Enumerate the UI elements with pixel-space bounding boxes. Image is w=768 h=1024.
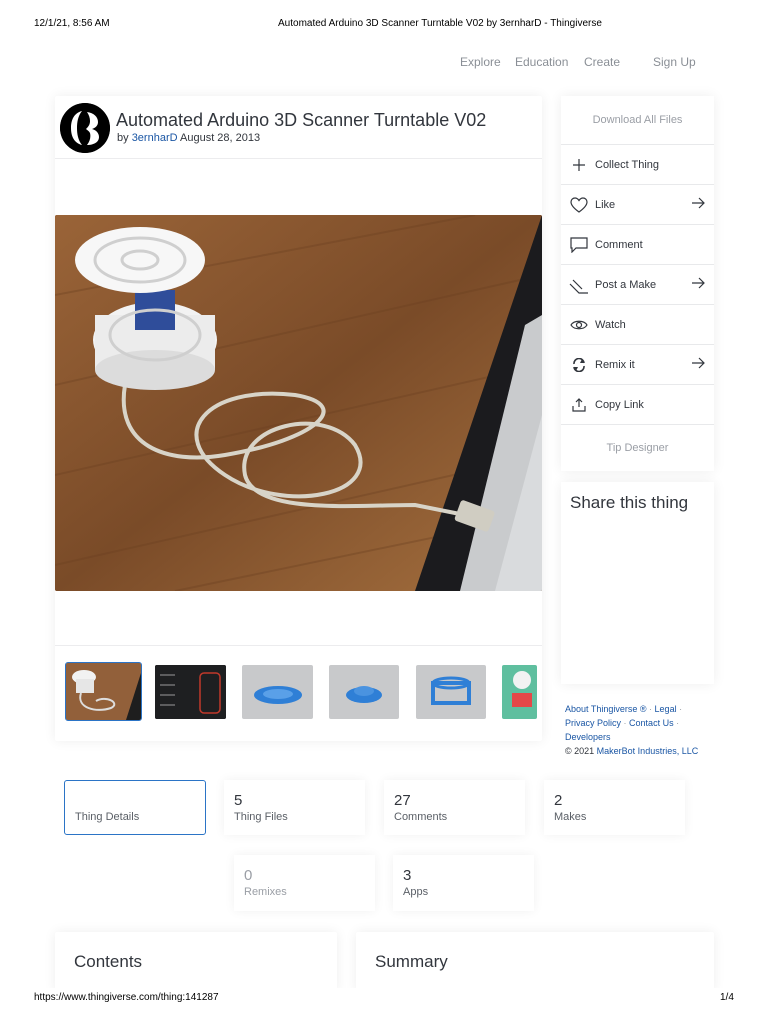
watch-label: Watch: [595, 318, 626, 331]
watch-button[interactable]: Watch: [561, 304, 714, 344]
download-all-button[interactable]: Download All Files: [561, 96, 714, 144]
remixes-count: 0: [244, 867, 253, 884]
print-doc-title: Automated Arduino 3D Scanner Turntable V…: [278, 18, 602, 29]
arrow-right-icon: [692, 357, 706, 372]
plus-icon: [569, 155, 589, 175]
tab-apps[interactable]: 3 Apps: [393, 855, 534, 911]
remixes-label: Remixes: [244, 886, 287, 898]
comments-label: Comments: [394, 811, 448, 823]
nav-explore-link[interactable]: Explore: [460, 55, 501, 69]
makes-count: 2: [554, 792, 563, 809]
remix-button[interactable]: Remix it: [561, 344, 714, 384]
thumbnail-4[interactable]: [329, 665, 399, 719]
print-page-number: 1/4: [720, 992, 734, 1003]
separator: ·: [623, 718, 627, 728]
collect-thing-button[interactable]: Collect Thing: [561, 144, 714, 184]
about-link[interactable]: About Thingiverse ®: [565, 704, 647, 714]
thumbnail-2[interactable]: [155, 665, 226, 719]
tab-thing-files[interactable]: 5 Thing Files: [224, 780, 365, 835]
author-link[interactable]: 3ernharD: [132, 132, 178, 144]
tab-comments[interactable]: 27 Comments: [384, 780, 525, 835]
like-label: Like: [595, 198, 616, 211]
thumbnail-5[interactable]: [416, 665, 486, 719]
eye-icon: [569, 315, 589, 335]
copy-link-label: Copy Link: [595, 398, 644, 411]
author-avatar[interactable]: [60, 103, 110, 153]
nav-education-link[interactable]: Education: [515, 55, 568, 69]
contents-card: Contents: [55, 932, 337, 992]
make-icon: [569, 275, 589, 295]
tab-remixes[interactable]: 0 Remixes: [234, 855, 375, 911]
copy-link-button[interactable]: Copy Link: [561, 384, 714, 424]
comment-icon: [569, 235, 589, 255]
gallery-divider: [55, 645, 542, 646]
makes-label: Makes: [554, 811, 587, 823]
tab-makes[interactable]: 2 Makes: [544, 780, 685, 835]
print-url: https://www.thingiverse.com/thing:141287: [34, 992, 219, 1003]
thing-byline: by 3ernharD August 28, 2013: [117, 132, 260, 144]
remix-label: Remix it: [595, 358, 635, 371]
like-button[interactable]: Like: [561, 184, 714, 224]
tip-designer-label: Tip Designer: [606, 442, 669, 454]
share-card: Share this thing: [561, 482, 714, 684]
thumbnail-1[interactable]: [65, 662, 142, 721]
comment-label: Comment: [595, 238, 643, 251]
collect-thing-label: Collect Thing: [595, 158, 659, 171]
separator: ·: [676, 718, 680, 728]
nav-signup-link[interactable]: Sign Up: [653, 55, 696, 69]
summary-title: Summary: [375, 952, 448, 971]
share-upload-icon: [569, 395, 589, 415]
tab-thing-details[interactable]: Thing Details: [64, 780, 206, 835]
arrow-right-icon: [692, 197, 706, 212]
nav-create-link[interactable]: Create: [584, 55, 620, 69]
apps-label: Apps: [403, 886, 429, 898]
thing-date: August 28, 2013: [180, 132, 261, 144]
thumbnail-6[interactable]: [502, 665, 537, 719]
arrow-right-icon: [692, 277, 706, 292]
post-a-make-label: Post a Make: [595, 278, 657, 291]
heart-icon: [569, 195, 589, 215]
privacy-link[interactable]: Privacy Policy: [565, 718, 621, 728]
separator: ·: [679, 704, 683, 714]
tab-thing-details-label: Thing Details: [75, 811, 140, 823]
legal-link[interactable]: Legal: [655, 704, 677, 714]
byline-by: by: [117, 132, 129, 144]
company-link[interactable]: MakerBot Industries, LLC: [597, 746, 699, 756]
thing-files-count: 5: [234, 792, 243, 809]
separator: ·: [649, 704, 653, 714]
print-datetime: 12/1/21, 8:56 AM: [34, 18, 110, 29]
thing-title: Automated Arduino 3D Scanner Turntable V…: [116, 110, 487, 130]
action-sidebar: Download All Files Collect Thing Like Co…: [561, 96, 714, 471]
title-divider: [55, 158, 542, 159]
thumbnail-3[interactable]: [242, 665, 313, 719]
footer-links: About Thingiverse ® · Legal · Privacy Po…: [565, 702, 715, 758]
comments-count: 27: [394, 792, 411, 809]
thing-files-label: Thing Files: [234, 811, 288, 823]
contact-link[interactable]: Contact Us: [629, 718, 674, 728]
tip-designer-button[interactable]: Tip Designer: [561, 424, 714, 471]
remix-icon: [569, 355, 589, 375]
developers-link[interactable]: Developers: [565, 732, 611, 742]
copyright-text: © 2021: [565, 746, 595, 756]
share-title: Share this thing: [570, 493, 689, 512]
hero-image[interactable]: [55, 215, 542, 591]
contents-title: Contents: [74, 952, 143, 971]
summary-card: Summary: [356, 932, 714, 992]
comment-button[interactable]: Comment: [561, 224, 714, 264]
apps-count: 3: [403, 867, 412, 884]
download-all-label: Download All Files: [592, 114, 683, 126]
post-a-make-button[interactable]: Post a Make: [561, 264, 714, 304]
